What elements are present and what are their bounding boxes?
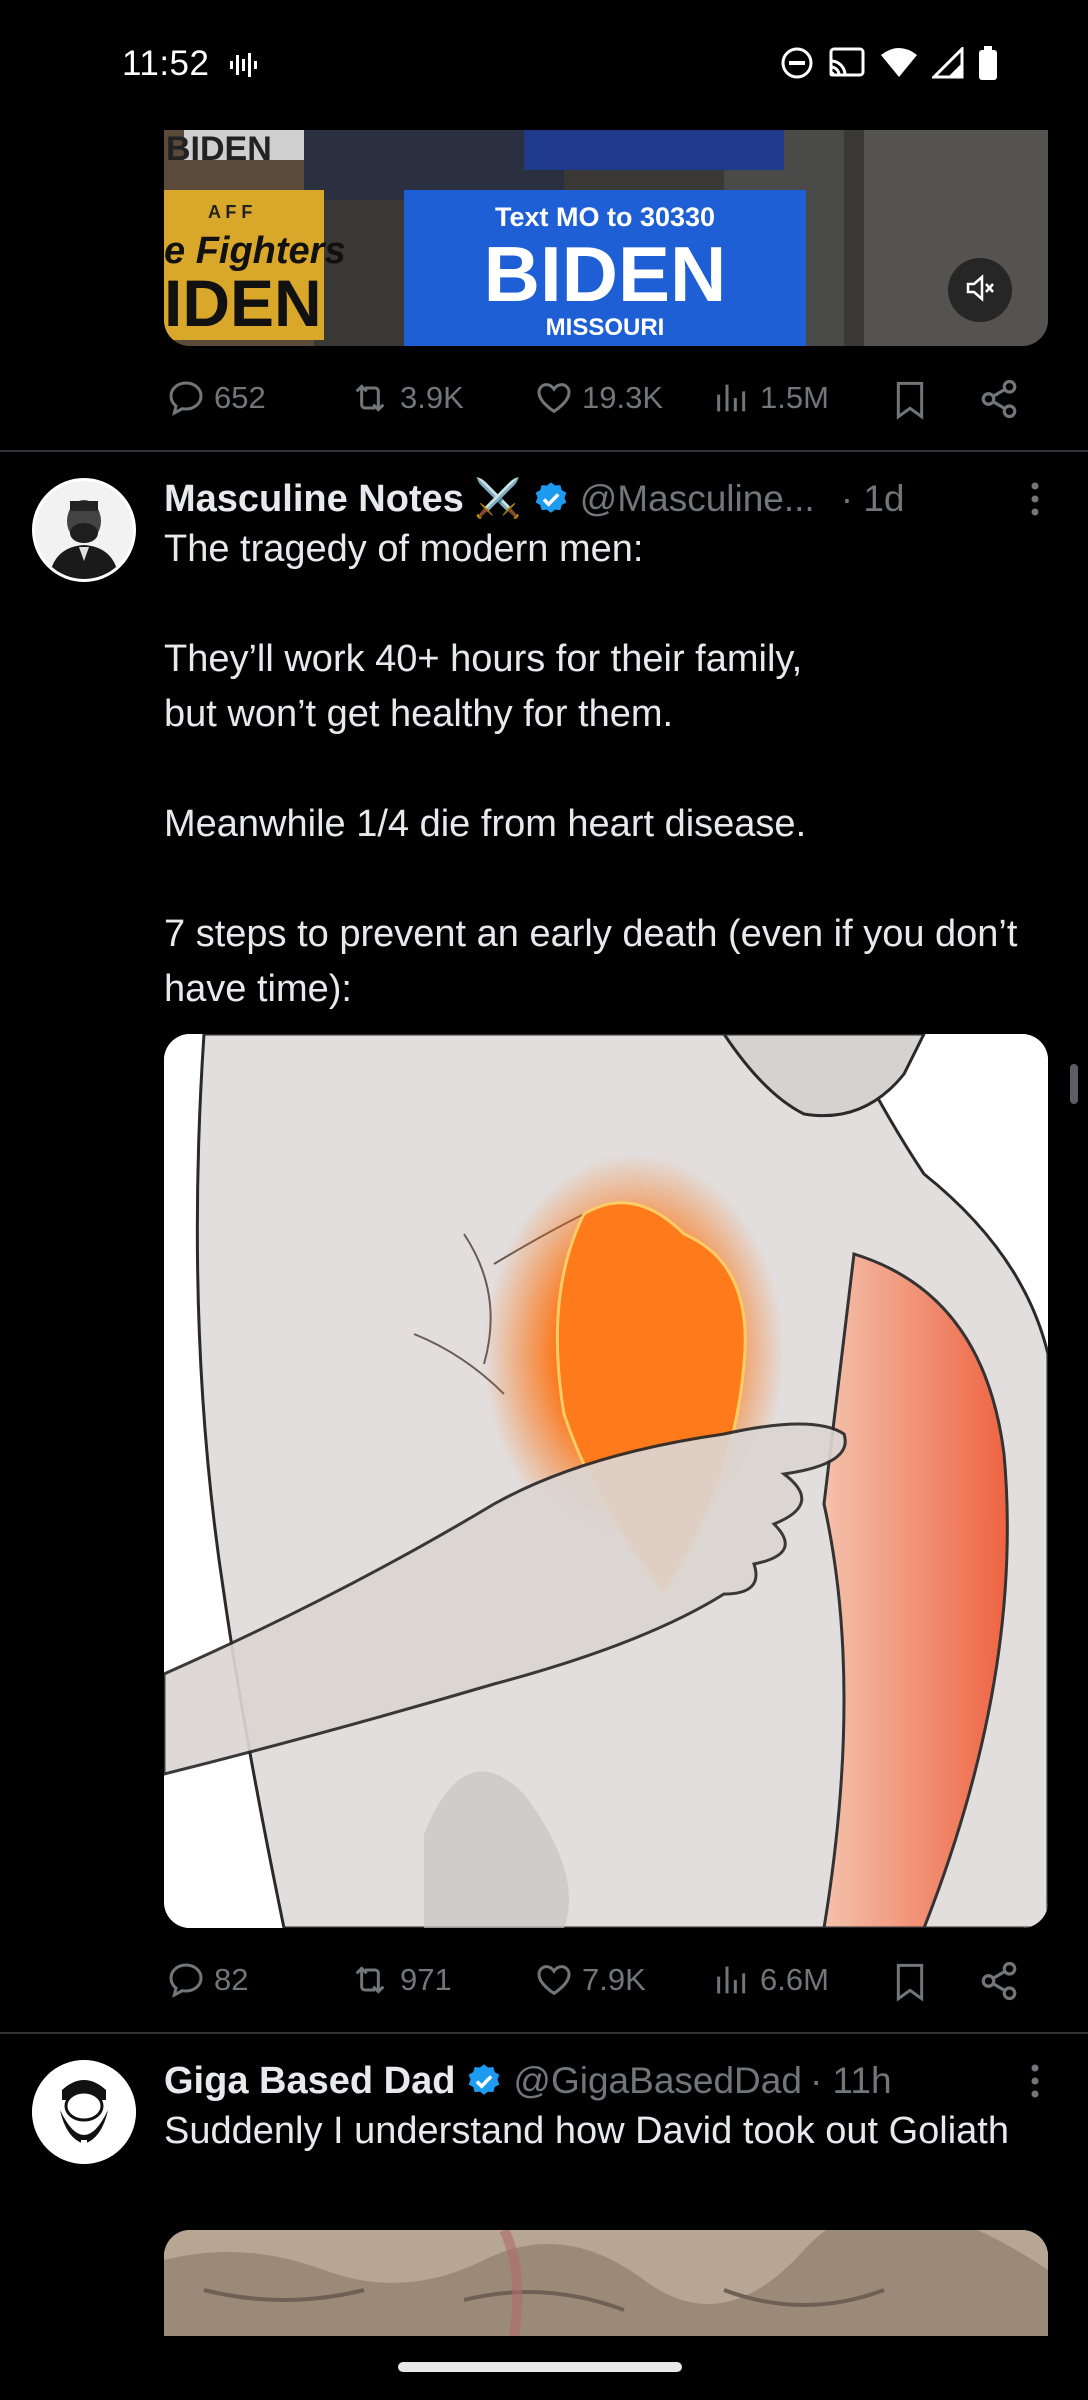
repost-icon bbox=[348, 1960, 392, 2000]
repost-icon bbox=[348, 378, 392, 418]
sign-line2: BIDEN bbox=[483, 230, 727, 318]
share-icon bbox=[978, 378, 1020, 420]
like-button[interactable]: 7.9K bbox=[534, 1960, 646, 2000]
repost-button[interactable]: 971 bbox=[348, 1960, 452, 2000]
views-icon bbox=[712, 378, 752, 418]
more-options-button[interactable] bbox=[1028, 480, 1042, 523]
repost-button[interactable]: 3.9K bbox=[348, 378, 464, 418]
status-bar: 11:52 bbox=[0, 0, 1088, 130]
bookmark-icon bbox=[890, 378, 930, 422]
bookmark-button[interactable] bbox=[890, 1960, 930, 2004]
divider bbox=[0, 2032, 1088, 2034]
cast-icon bbox=[828, 47, 866, 84]
wifi-icon bbox=[880, 47, 918, 84]
home-gesture-bar[interactable] bbox=[398, 2362, 682, 2372]
scrollbar-thumb[interactable] bbox=[1070, 1064, 1078, 1104]
repost-count: 3.9K bbox=[400, 380, 464, 415]
verified-badge-icon bbox=[465, 2062, 503, 2100]
battery-icon bbox=[978, 46, 998, 85]
status-time: 11:52 bbox=[122, 44, 210, 83]
views-count: 1.5M bbox=[760, 380, 829, 415]
status-icons bbox=[780, 45, 998, 85]
reply-icon bbox=[166, 378, 206, 418]
tweet-text: The tragedy of modern men: They’ll work … bbox=[164, 528, 1018, 1010]
reply-button[interactable]: 82 bbox=[166, 1960, 248, 2000]
views-icon bbox=[712, 1960, 752, 2000]
like-count: 19.3K bbox=[582, 380, 664, 415]
bookmark-button[interactable] bbox=[890, 378, 930, 422]
views-count: 6.6M bbox=[760, 1962, 829, 1997]
bookmark-icon bbox=[890, 1960, 930, 2004]
mute-button[interactable] bbox=[948, 258, 1012, 322]
left-sign-top: A F F bbox=[208, 202, 253, 222]
more-vertical-icon bbox=[1028, 2064, 1042, 2104]
share-button[interactable] bbox=[978, 1960, 1020, 2002]
signal-icon bbox=[930, 45, 964, 84]
repost-count: 971 bbox=[400, 1962, 452, 1997]
more-vertical-icon bbox=[1028, 482, 1042, 522]
post-time: · 1d bbox=[840, 478, 905, 519]
left-sign-line2: IDEN bbox=[164, 266, 322, 340]
views-button[interactable]: 6.6M bbox=[712, 1960, 829, 2000]
like-count: 7.9K bbox=[582, 1962, 646, 1997]
tweet-header: Giga Based Dad @GigaBasedDad · 11h bbox=[164, 2056, 1048, 2106]
tweet-text: Suddenly I understand how David took out… bbox=[164, 2110, 1009, 2152]
post-image[interactable] bbox=[164, 2230, 1048, 2336]
tweet-header: Masculine Notes ⚔️ @Masculine... · 1d bbox=[164, 474, 1048, 524]
views-button[interactable]: 1.5M bbox=[712, 378, 829, 418]
sign-line3: MISSOURI bbox=[545, 314, 665, 341]
divider bbox=[0, 450, 1088, 452]
author-name[interactable]: Giga Based Dad bbox=[164, 2060, 455, 2103]
avatar[interactable] bbox=[32, 2060, 136, 2164]
author-handle[interactable]: @Masculine... bbox=[580, 478, 815, 520]
voice-recording-icon bbox=[228, 50, 258, 85]
heart-icon bbox=[534, 378, 574, 418]
reply-icon bbox=[166, 1960, 206, 2000]
mute-icon bbox=[964, 272, 996, 309]
verified-badge-icon bbox=[532, 480, 570, 518]
post-image[interactable] bbox=[164, 1034, 1048, 1928]
sign-line1: Text MO to 30330 bbox=[494, 202, 716, 232]
post-time: · 11h bbox=[809, 2060, 892, 2101]
post-actions: 652 3.9K 19.3K 1.5M bbox=[164, 370, 1048, 430]
avatar[interactable] bbox=[32, 478, 136, 582]
share-icon bbox=[978, 1960, 1020, 2002]
like-button[interactable]: 19.3K bbox=[534, 378, 663, 418]
reply-count: 82 bbox=[214, 1962, 249, 1997]
share-button[interactable] bbox=[978, 378, 1020, 420]
reply-count: 652 bbox=[214, 380, 266, 415]
author-name[interactable]: Masculine Notes ⚔️ bbox=[164, 477, 522, 521]
post-actions: 82 971 7.9K 6.6M bbox=[164, 1952, 1048, 2012]
video-media[interactable]: BIDEN A F F e Fighters IDEN Text MO to 3… bbox=[164, 130, 1048, 346]
author-handle[interactable]: @GigaBasedDad bbox=[513, 2060, 802, 2102]
do-not-disturb-icon bbox=[780, 46, 814, 85]
heart-icon bbox=[534, 1960, 574, 2000]
more-options-button[interactable] bbox=[1028, 2062, 1042, 2105]
reply-button[interactable]: 652 bbox=[166, 378, 266, 418]
